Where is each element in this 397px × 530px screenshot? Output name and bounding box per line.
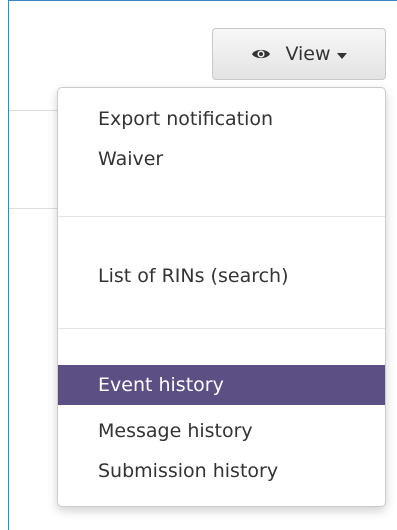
menu-divider xyxy=(58,216,385,217)
menu-item-list-of-rins[interactable]: List of RINs (search) xyxy=(58,256,385,296)
menu-item-label: Event history xyxy=(98,374,224,396)
eye-icon xyxy=(251,47,271,61)
menu-item-message-history[interactable]: Message history xyxy=(58,411,385,451)
menu-item-label: Submission history xyxy=(98,460,279,482)
menu-item-event-history[interactable]: Event history xyxy=(58,365,385,405)
caret-down-icon xyxy=(336,52,347,59)
view-dropdown-menu: Export notification Waiver List of RINs … xyxy=(57,87,386,507)
menu-item-submission-history[interactable]: Submission history xyxy=(58,451,385,491)
view-button-label: View xyxy=(285,43,331,65)
menu-item-label: List of RINs (search) xyxy=(98,265,289,287)
view-dropdown-button[interactable]: View xyxy=(212,28,386,80)
menu-item-export-notification[interactable]: Export notification xyxy=(58,99,385,139)
menu-item-label: Waiver xyxy=(98,148,164,170)
menu-item-label: Export notification xyxy=(98,108,274,130)
menu-item-label: Message history xyxy=(98,420,253,442)
menu-divider xyxy=(58,328,385,329)
menu-item-waiver[interactable]: Waiver xyxy=(58,139,385,179)
